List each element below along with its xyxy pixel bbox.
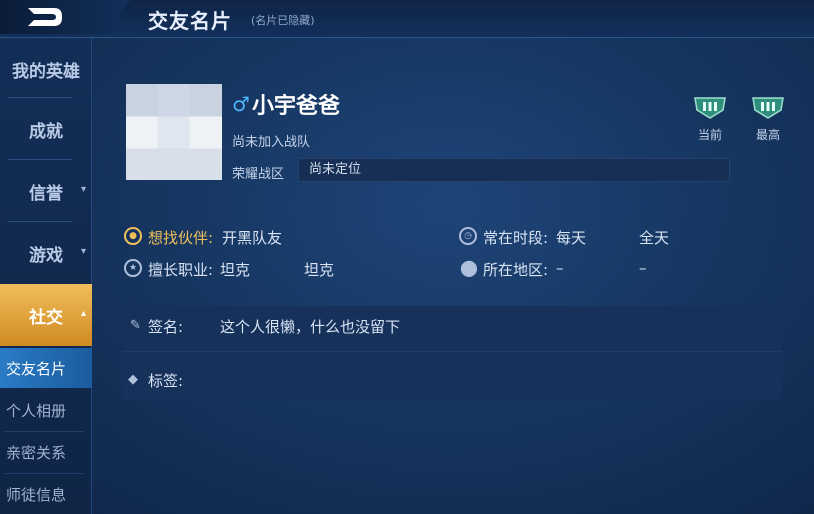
sidebar-item-achievements[interactable]: 成就 [0,98,92,160]
time-value-days: 每天 [556,229,587,247]
subtab-label: 个人相册 [6,401,67,420]
region-label: 荣耀战区 [232,167,285,182]
sidebar: 我的英雄 成就 信誉 ▾ 游戏 ▾ 社交 ▴ 交友名片 个人相册 亲密关系 师徒… [0,38,92,514]
location-value-city: – [639,259,647,277]
divider [122,351,782,352]
subtab-label: 交友名片 [6,359,67,378]
partner-value: 开黑队友 [222,229,283,247]
sidebar-item-label: 游戏 [29,245,63,266]
sidebar-item-social[interactable]: 社交 ▴ [0,284,92,346]
subtab-album[interactable]: 个人相册 [0,390,92,430]
tag-icon: ◆ [128,372,138,387]
location-pin-icon: ⬤ [460,258,478,277]
rank-current[interactable]: 当前 [690,96,730,143]
partner-icon: ● [124,227,142,245]
subtab-intimacy[interactable]: 亲密关系 [0,432,92,472]
tags-label: 标签: [148,372,184,390]
male-gender-icon: ♂ [232,92,250,116]
top-bar: 交友名片 (名片已隐藏) [0,0,814,38]
role-value-primary: 坦克 [220,261,251,279]
subtab-label: 师徒信息 [6,485,67,504]
rank-highest[interactable]: 最高 [748,96,788,143]
clock-icon: ◷ [459,227,477,245]
sidebar-item-heroes[interactable]: 我的英雄 [0,38,92,100]
sidebar-item-game[interactable]: 游戏 ▾ [0,222,92,284]
subtab-label: 亲密关系 [6,443,67,462]
time-value-hours: 全天 [639,229,670,247]
sidebar-item-label: 社交 [29,307,63,328]
chevron-down-icon: ▾ [80,184,86,195]
page-subtitle: (名片已隐藏) [251,14,315,27]
subtab-mentor[interactable]: 师徒信息 [0,474,92,514]
rank-badge-icon [752,97,784,119]
sidebar-item-label: 我的英雄 [12,61,80,82]
location-value-province: – [556,259,564,277]
page-title: 交友名片 [148,9,232,33]
chevron-down-icon: ▾ [80,246,86,257]
sidebar-item-label: 信誉 [29,183,63,204]
partner-label: 想找伙伴: [148,229,214,247]
location-label: 所在地区: [483,261,549,279]
sidebar-item-credit[interactable]: 信誉 ▾ [0,160,92,222]
team-status: 尚未加入战队 [232,135,311,150]
back-arrow-icon [28,8,62,26]
rank-badge-icon [694,97,726,119]
signature-text: 这个人很懒，什么也没留下 [220,318,401,336]
rank-current-label: 当前 [697,128,722,142]
chevron-up-icon: ▴ [80,308,86,319]
nickname: 小宇爸爸 [252,94,341,119]
subtab-friend-card[interactable]: 交友名片 [0,348,92,388]
sidebar-item-label: 成就 [29,121,63,142]
time-label: 常在时段: [483,229,549,247]
star-icon: ★ [124,259,142,277]
region-value: 尚未定位 [298,158,730,182]
signature-label: 签名: [148,318,184,336]
back-button[interactable] [0,0,130,34]
rank-highest-label: 最高 [755,128,780,142]
role-value-secondary: 坦克 [304,261,335,279]
role-label: 擅长职业: [148,261,214,279]
avatar[interactable] [126,84,222,180]
pen-icon: ✎ [130,318,141,333]
